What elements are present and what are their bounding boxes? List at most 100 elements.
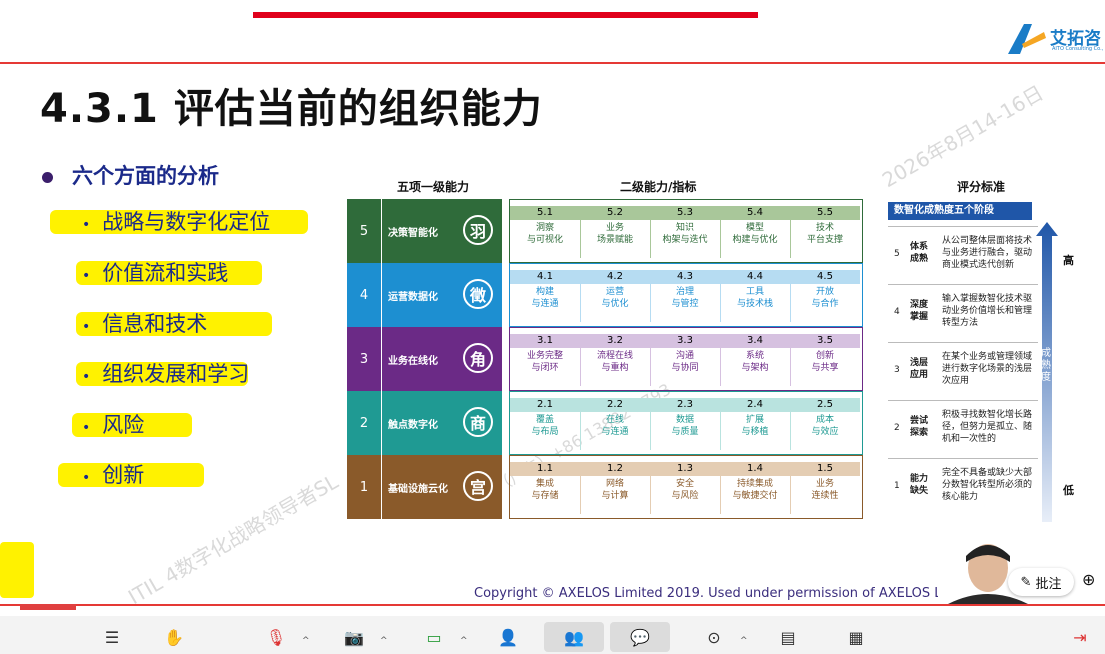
capability-level-row: 3 业务在线化角 3.1 业务完整 与闭环 3.2 流程在线 与重构 3.3 沟通 与协同 3.… (347, 327, 863, 391)
subcapability-label: 系统 与架构 (741, 351, 769, 373)
sub-bullet-text: 风险 (102, 413, 145, 437)
stage-description: 在某个业务或管理领域进行数字化场景的浅层次应用 (942, 352, 1033, 386)
level-subcapabilities: 5.1 洞察 与可视化 5.2 业务 场景赋能 5.3 知识 构架与迭代 5.4 模型 构建与… (509, 199, 863, 263)
chat-button[interactable]: 💬 (610, 622, 670, 652)
chevron-up-icon[interactable]: ^ (380, 636, 388, 646)
meeting-toolbar: ☰ ✋ 🎙 ^ 📷 ^ ▭ ^ 👤 👥 💬 ⊙ ^ ▤ ▦ ⇥ (0, 616, 1105, 654)
subcapability-label: 网络 与计算 (601, 479, 629, 501)
level-number: 4 (347, 263, 381, 327)
subcapability-cell: 4.1 构建 与连通 (510, 270, 581, 322)
subcapability-label: 安全 与风险 (671, 479, 699, 501)
maturity-high-label: 高 (1063, 254, 1074, 267)
level-subcapabilities: 4.1 构建 与连通 4.2 运营 与优化 4.3 治理 与管控 4.4 工具 与技术栈 4.5… (509, 263, 863, 327)
maturity-stage-row: 3 浅层应用 在某个业务或管理领域进行数字化场景的浅层次应用 (888, 342, 1038, 399)
column-header-level1: 五项一级能力 (397, 180, 470, 194)
pen-icon: ✎ (1020, 574, 1032, 590)
subcapability-code: 3.1 (510, 334, 580, 348)
subcapability-cell: 5.4 模型 构建与优化 (720, 206, 791, 258)
subcapability-cell: 3.3 沟通 与协同 (650, 334, 721, 386)
logo-mark-icon (1008, 24, 1046, 54)
subcapability-cell: 4.4 工具 与技术栈 (720, 270, 791, 322)
apps-icon: ▦ (848, 627, 864, 647)
subcapability-code: 2.2 (580, 398, 650, 412)
subcapability-code: 3.2 (580, 334, 650, 348)
column-header-level2: 二级能力/指标 (620, 180, 697, 194)
subcapability-cell: 2.2 在线 与连通 (580, 398, 651, 450)
subcapability-label: 持续集成 与敏捷交付 (732, 479, 778, 501)
subcapability-label: 沟通 与协同 (671, 351, 699, 373)
annotate-label: 批注 (1035, 576, 1062, 592)
subcapability-cell: 1.4 持续集成 与敏捷交付 (720, 462, 791, 514)
subcapability-code: 1.4 (720, 462, 790, 476)
stage-number: 4 (894, 307, 900, 317)
stage-number: 2 (894, 423, 900, 433)
subcapability-label: 创新 与共享 (811, 351, 839, 373)
highlight-mark (0, 542, 34, 598)
level-name-text: 运营数据化 (388, 291, 438, 303)
capability-level-row: 5 决策智能化羽 5.1 洞察 与可视化 5.2 业务 场景赋能 5.3 知识 构架与迭代 5.… (347, 199, 863, 263)
subcapability-cell: 1.1 集成 与存储 (510, 462, 581, 514)
microphone-muted-icon: 🎙 (265, 627, 287, 647)
sidebar-toggle-button[interactable]: ☰ (8, 622, 146, 652)
subcapability-code: 5.5 (790, 206, 860, 220)
stage-label: 尝试探索 (910, 416, 929, 438)
subcapability-cell: 1.5 业务 连续性 (790, 462, 860, 514)
watermark-course: ITIL 4数字化战略领导者SL (124, 469, 343, 610)
subcapability-label: 运营 与优化 (601, 287, 629, 309)
level-subcapabilities: 1.1 集成 与存储 1.2 网络 与计算 1.3 安全 与风险 1.4 持续集成 与敏捷交付… (509, 455, 863, 519)
subcapability-code: 2.3 (650, 398, 720, 412)
stage-description: 完全不具备或缺少大部分数智化转型所必须的核心能力 (942, 468, 1033, 502)
record-button[interactable]: ⊙ (700, 622, 728, 652)
subcapability-label: 扩展 与移植 (741, 415, 769, 437)
mute-button[interactable]: 🎙 (262, 622, 290, 652)
level-number: 2 (347, 391, 381, 455)
subcapability-cell: 5.2 业务 场景赋能 (580, 206, 651, 258)
leave-button[interactable]: ⇥ (1066, 622, 1094, 652)
chevron-up-icon[interactable]: ^ (302, 636, 310, 646)
subcapability-cell: 2.3 数据 与质量 (650, 398, 721, 450)
subcapability-code: 2.4 (720, 398, 790, 412)
share-screen-button[interactable]: ▭ (420, 622, 448, 652)
logo-subtext: AITO Consulting Co., (1052, 46, 1104, 52)
document-icon: ▤ (780, 627, 796, 647)
video-button[interactable]: 📷 (340, 622, 368, 652)
subcapability-code: 3.3 (650, 334, 720, 348)
stage-label: 体系成熟 (910, 242, 929, 264)
stage-description: 输入掌握数智化技术驱动业务价值增长和管理转型方法 (942, 294, 1033, 328)
subcapability-cell: 2.5 成本 与效应 (790, 398, 860, 450)
stage-description: 从公司整体层面将技术与业务进行融合，驱动商业模式迭代创新 (942, 236, 1033, 270)
subcapability-label: 业务完整 与闭环 (526, 351, 563, 373)
subcapability-label: 知识 构架与迭代 (662, 223, 708, 245)
bullet-dot-icon (42, 171, 53, 183)
apps-button[interactable]: ▦ (842, 622, 870, 652)
subcapability-label: 在线 与连通 (601, 415, 629, 437)
document-button[interactable]: ▤ (774, 622, 802, 652)
stage-label: 浅层应用 (910, 358, 929, 380)
maturity-label: 成熟度 (1041, 348, 1051, 383)
stage-description: 积极寻找数智化增长路径，但努力是孤立、随机和一次性的 (942, 410, 1033, 444)
zoom-in-icon[interactable]: ⊕ (1082, 570, 1105, 596)
subcapability-code: 1.5 (790, 462, 860, 476)
footer-divider (0, 604, 1105, 606)
add-user-icon: 👤 (498, 627, 518, 647)
level-badge-icon: 商 (463, 407, 493, 437)
subcapability-code: 2.5 (790, 398, 860, 412)
subcapability-label: 数据 与质量 (671, 415, 699, 437)
subcapability-label: 业务 连续性 (811, 479, 839, 501)
invite-button[interactable]: 👤 (494, 622, 522, 652)
red-mark (20, 604, 76, 610)
raise-hand-button[interactable]: ✋ (156, 622, 192, 652)
annotate-button[interactable]: ✎ 批注 (1008, 568, 1074, 596)
level-badge-icon: 羽 (463, 215, 493, 245)
subcapability-cell: 5.1 洞察 与可视化 (510, 206, 581, 258)
subcapability-label: 治理 与管控 (671, 287, 699, 309)
subcapability-code: 3.4 (720, 334, 790, 348)
chevron-up-icon[interactable]: ^ (460, 636, 468, 646)
subcapability-code: 4.3 (650, 270, 720, 284)
watermark-date: 2026年8月14-16日 (878, 80, 1048, 193)
maturity-low-label: 低 (1063, 484, 1074, 497)
participants-button[interactable]: 👥 (544, 622, 604, 652)
sub-bullet: • 组织发展和学习 (76, 358, 249, 388)
subcapability-code: 5.4 (720, 206, 790, 220)
chevron-up-icon[interactable]: ^ (740, 636, 748, 646)
